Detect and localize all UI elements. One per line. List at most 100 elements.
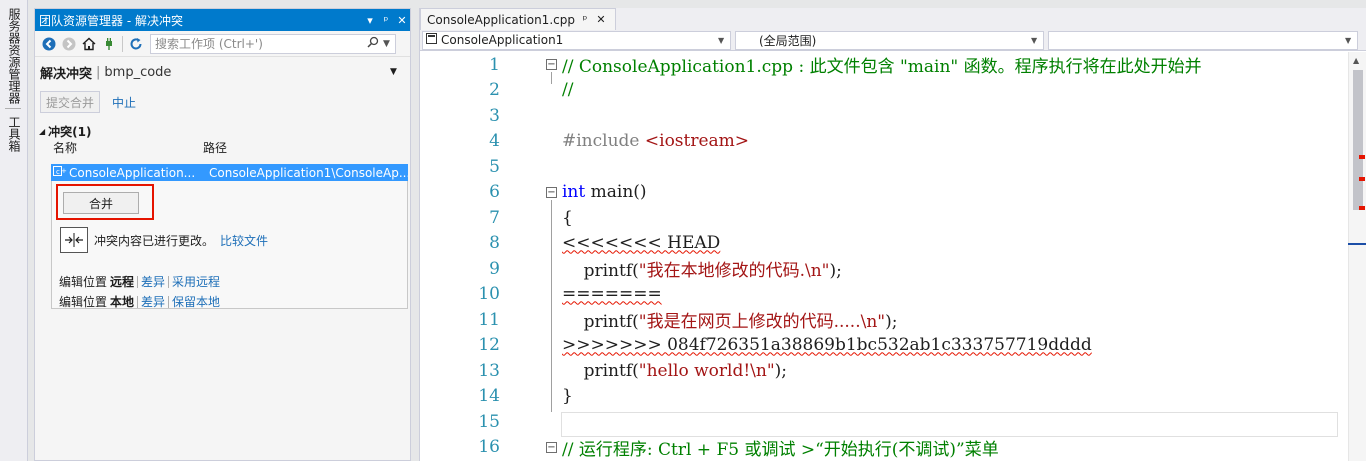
column-name[interactable]: 名称 [53, 139, 203, 155]
code-text: // 运行程序: Ctrl + F5 或调试 >“开始执行(不调试)”菜单 [562, 439, 999, 460]
highlight-box: 合并 [56, 184, 154, 220]
svg-text:++: ++ [61, 167, 67, 175]
include-header: <iostream> [644, 131, 750, 152]
conflicts-section-header[interactable]: ◢ 冲突(1) [35, 123, 410, 139]
line-number: 13 [478, 360, 500, 381]
code-line: 2 // [420, 78, 1350, 104]
search-work-items-input[interactable]: 搜索工作项 (Ctrl+') ▼ [150, 33, 396, 54]
code-text: printf( [562, 312, 639, 333]
document-tab-bar: ConsoleApplication1.cpp ᵖ ✕ [420, 8, 1366, 30]
code-editor: ConsoleApplication1.cpp ᵖ ✕ ConsoleAppli… [419, 8, 1366, 461]
keep-local-link[interactable]: 保留本地 [172, 293, 220, 310]
close-icon[interactable]: ✕ [394, 14, 410, 27]
code-line: 13 printf("hello world!\n"); [420, 358, 1350, 384]
error-marker[interactable] [1359, 206, 1365, 210]
close-icon[interactable]: ✕ [593, 13, 609, 26]
code-line: 3 [420, 103, 1350, 129]
divider [137, 275, 139, 288]
scroll-up-icon[interactable]: ▲ [1353, 56, 1359, 65]
code-line: 16 − // 运行程序: Ctrl + F5 或调试 >“开始执行(不调试)”… [420, 435, 1350, 461]
remote-edit-row: 编辑位置 远程 差异 采用远程 [59, 273, 220, 290]
compare-files-link[interactable]: 比较文件 [220, 232, 268, 249]
divider [5, 108, 21, 109]
line-number: 5 [489, 156, 500, 177]
line-number: 9 [489, 258, 500, 279]
side-tool-strip: 服务器资源管理器 工具箱 [0, 0, 28, 461]
tab-label: ConsoleApplication1.cpp [427, 12, 575, 27]
remote-diff-link[interactable]: 差异 [141, 273, 165, 290]
code-text: } [562, 386, 573, 407]
project-dropdown[interactable]: ConsoleApplication1 ▼ [422, 30, 731, 50]
status-text: 冲突内容已进行更改。 [94, 233, 215, 248]
chevron-down-icon[interactable]: ▼ [1031, 36, 1043, 45]
back-icon[interactable] [39, 34, 59, 54]
divider [168, 275, 170, 288]
string-literal: "我在本地修改的代码.\n" [638, 261, 830, 282]
pin-icon[interactable]: ᵖ [577, 13, 593, 26]
code-text: // ConsoleApplication1.cpp : 此文件包含 "main… [562, 57, 1202, 78]
scope-name: (全局范围) [759, 33, 817, 48]
error-marker[interactable] [1359, 155, 1365, 159]
merge-button[interactable]: 合并 [63, 192, 139, 214]
code-text: ); [774, 360, 788, 381]
conflict-row[interactable]: c++ ConsoleApplication... ConsoleApplica… [51, 164, 408, 181]
server-explorer-tab[interactable]: 服务器资源管理器 [6, 8, 23, 104]
code-line: 10 ======= [420, 282, 1350, 308]
collapse-icon[interactable]: − [546, 186, 557, 198]
local-label: 本地 [110, 295, 135, 309]
column-path[interactable]: 路径 [203, 139, 227, 155]
pin-icon[interactable]: ᵖ [378, 14, 394, 27]
scrollbar-thumb[interactable] [1353, 70, 1363, 210]
divider [122, 35, 123, 52]
remote-label: 远程 [110, 275, 135, 289]
collapse-triangle-icon[interactable]: ◢ [39, 127, 45, 136]
code-text: ); [885, 312, 898, 333]
scope-dropdown[interactable]: (全局范围) ▼ [735, 30, 1044, 50]
error-marker[interactable] [1359, 177, 1365, 181]
collapse-icon[interactable]: − [546, 441, 557, 453]
take-remote-link[interactable]: 采用远程 [172, 273, 220, 290]
abort-link[interactable]: 中止 [112, 94, 136, 111]
conflict-marker-head: <<<<<<< HEAD [562, 233, 721, 254]
chevron-down-icon[interactable]: ▼ [1345, 36, 1357, 45]
line-number: 14 [478, 386, 500, 407]
code-area[interactable]: 1 − // ConsoleApplication1.cpp : 此文件包含 "… [420, 52, 1350, 461]
dropdown-icon[interactable]: ▾ [362, 14, 378, 27]
panel-title-bar: 团队资源管理器 - 解决冲突 ▾ ᵖ ✕ [35, 9, 410, 31]
tab-consoleapplication1-cpp[interactable]: ConsoleApplication1.cpp ᵖ ✕ [420, 8, 616, 30]
line-number: 16 [478, 437, 500, 458]
page-header: 解决冲突 | bmp_code ▼ [35, 57, 410, 87]
code-line: 6 − int main() [420, 180, 1350, 206]
connect-plug-icon[interactable] [99, 34, 119, 54]
forward-icon[interactable] [59, 34, 79, 54]
code-text: printf( [562, 360, 639, 381]
line-number: 6 [489, 182, 500, 203]
local-edit-row: 编辑位置 本地 差异 保留本地 [59, 293, 220, 310]
code-text: printf( [562, 261, 639, 282]
toolbox-tab[interactable]: 工具箱 [6, 116, 23, 152]
refresh-icon[interactable] [126, 34, 146, 54]
chevron-down-icon[interactable]: ▼ [383, 39, 395, 49]
edit-location-label: 编辑位置 [59, 275, 108, 289]
conflict-marker-separator: ======= [562, 284, 662, 305]
conflict-marker-remote: >>>>>>> 084f726351a38869b1bc532ab1c33375… [562, 335, 1092, 356]
local-diff-link[interactable]: 差异 [141, 293, 165, 310]
code-line: 1 − // ConsoleApplication1.cpp : 此文件包含 "… [420, 52, 1350, 78]
repo-name: bmp_code [104, 64, 172, 80]
home-icon[interactable] [79, 34, 99, 54]
search-icon[interactable] [367, 36, 383, 51]
project-name: ConsoleApplication1 [441, 33, 564, 47]
conflict-file-name: ConsoleApplication... [69, 165, 196, 180]
chevron-down-icon[interactable]: ▼ [718, 36, 730, 45]
code-text: // [562, 80, 574, 101]
conflict-status: 冲突内容已进行更改。 比较文件 [60, 227, 268, 253]
collapse-icon[interactable]: − [546, 59, 557, 70]
cpp-file-icon: c++ [51, 166, 73, 179]
vertical-scrollbar[interactable]: ▲ [1348, 52, 1366, 461]
page-title: 解决冲突 [40, 66, 93, 82]
code-line: 5 [420, 154, 1350, 180]
code-text: printf("hello world!\n"); [562, 361, 787, 381]
member-dropdown[interactable]: ▼ [1048, 30, 1358, 50]
chevron-down-icon[interactable]: ▼ [390, 67, 410, 77]
commit-merge-button[interactable]: 提交合并 [40, 91, 101, 113]
